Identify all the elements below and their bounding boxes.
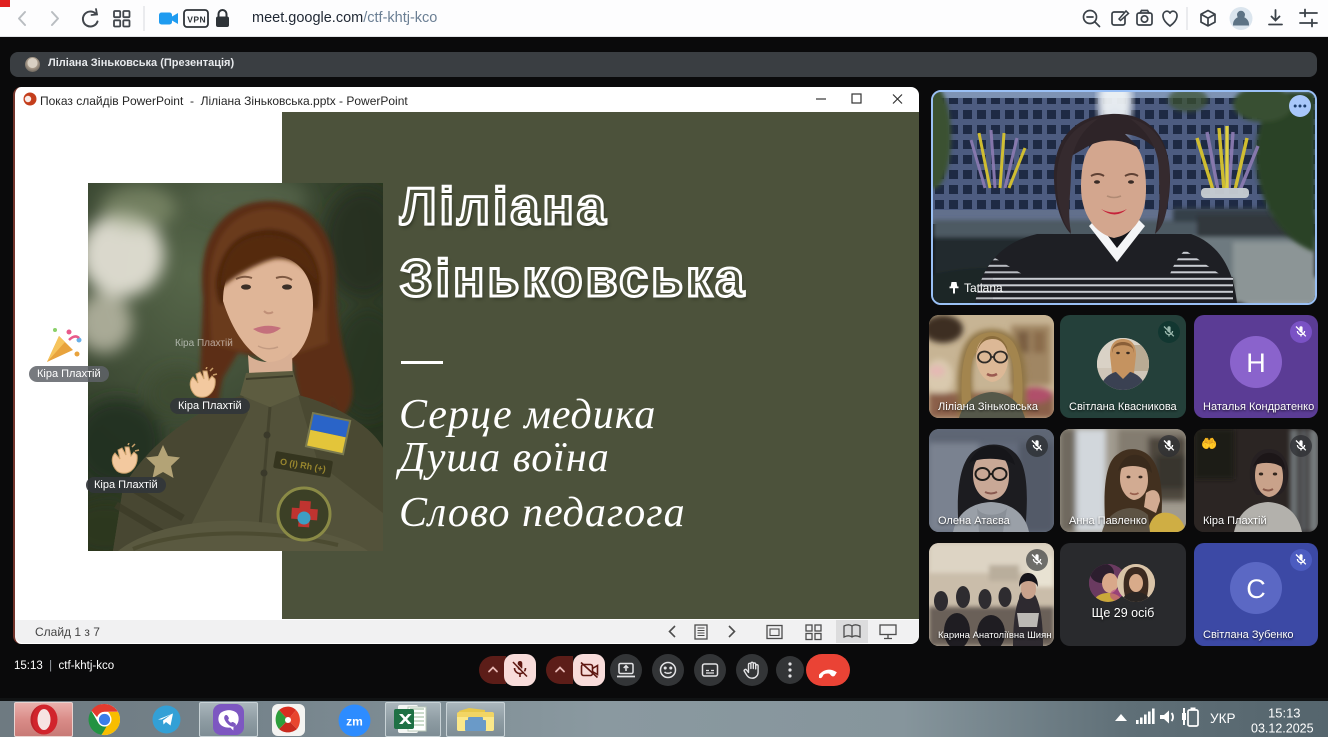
svg-text:Н: Н: [1246, 348, 1266, 378]
svg-text:03.12.2025: 03.12.2025: [1251, 722, 1314, 736]
svg-text:15:13: 15:13: [1268, 706, 1301, 721]
svg-text:УКР: УКР: [1210, 711, 1235, 726]
svg-text:zm: zm: [346, 715, 363, 729]
svg-text:Tatiana: Tatiana: [964, 281, 1003, 295]
svg-text:С: С: [1246, 574, 1266, 604]
svg-text:VPN: VPN: [187, 15, 206, 25]
